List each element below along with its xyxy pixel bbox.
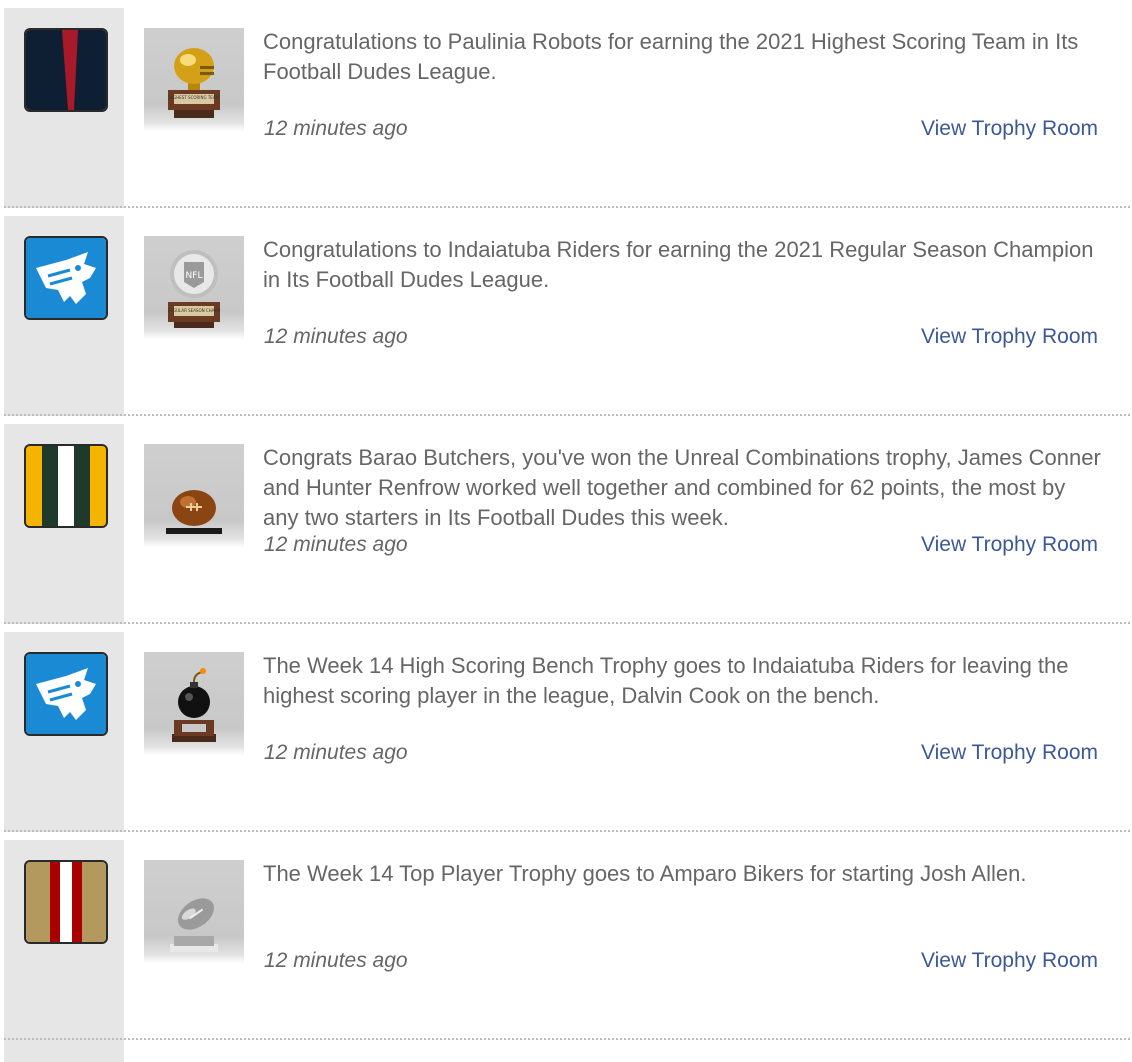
feed-item: The Week 14 High Scoring Bench Trophy go… [0,624,1132,832]
trophy-image[interactable] [144,652,244,748]
view-trophy-room-link[interactable]: View Trophy Room [921,325,1098,349]
view-trophy-room-link[interactable]: View Trophy Room [921,533,1098,557]
trophy-reflection [144,956,244,964]
svg-text:HIGHEST SCORING TEAM: HIGHEST SCORING TEAM [169,95,220,100]
bomb-trophy-icon [172,668,216,742]
feed-item: REGULAR SEASON CHAMP NFL Congratulations… [0,208,1132,416]
timestamp: 12 minutes ago [264,533,408,556]
trophy-message: The Week 14 Top Player Trophy goes to Am… [263,861,1027,886]
timestamp: 12 minutes ago [264,325,408,348]
view-trophy-room-link[interactable]: View Trophy Room [921,949,1098,973]
divider [4,1038,1130,1040]
trophy-message: Congratulations to Paulinia Robots for e… [263,29,1079,84]
trophy-image[interactable] [144,860,244,956]
team-logo[interactable] [24,652,108,736]
trophy-reflection [144,124,244,132]
timestamp: 12 minutes ago [264,117,408,140]
next-item-gutter [4,1040,124,1062]
timestamp: 12 minutes ago [264,949,408,972]
trophy-reflection [144,540,244,548]
feed-item: The Week 14 Top Player Trophy goes to Am… [0,832,1132,1040]
view-trophy-room-link[interactable]: View Trophy Room [921,741,1098,765]
panther-logo-icon [26,654,106,734]
trophy-message: Congratulations to Indaiatuba Riders for… [263,237,1094,292]
trophy-image[interactable]: HIGHEST SCORING TEAM [144,28,244,124]
houston-style-logo-icon [26,30,106,110]
silver-football-trophy-icon [170,898,218,952]
gold-red-stripes-logo-icon [26,862,106,942]
panther-logo-icon [26,238,106,318]
view-trophy-room-link[interactable]: View Trophy Room [921,117,1098,141]
team-logo[interactable] [24,860,108,944]
svg-text:NFL: NFL [186,271,203,281]
trophy-message: Congrats Barao Butchers, you've won the … [263,445,1101,530]
feed-item: HIGHEST SCORING TEAM Congratulations to … [0,0,1132,208]
team-logo[interactable] [24,28,108,112]
team-logo[interactable] [24,236,108,320]
trophy-feed: HIGHEST SCORING TEAM Congratulations to … [0,0,1132,1040]
trophy-image[interactable] [144,444,244,540]
trophy-reflection [144,332,244,340]
football-trophy-icon [166,490,222,534]
gold-helmet-trophy-icon: HIGHEST SCORING TEAM [168,48,220,118]
trophy-message: The Week 14 High Scoring Bench Trophy go… [263,653,1069,708]
trophy-reflection [144,748,244,756]
green-gold-stripes-logo-icon [26,446,106,526]
feed-item: Congrats Barao Butchers, you've won the … [0,416,1132,624]
nfl-globe-trophy-icon: REGULAR SEASON CHAMP NFL [168,250,221,328]
svg-text:REGULAR SEASON CHAMP: REGULAR SEASON CHAMP [168,308,221,313]
team-logo[interactable] [24,444,108,528]
trophy-image[interactable]: REGULAR SEASON CHAMP NFL [144,236,244,332]
timestamp: 12 minutes ago [264,741,408,764]
